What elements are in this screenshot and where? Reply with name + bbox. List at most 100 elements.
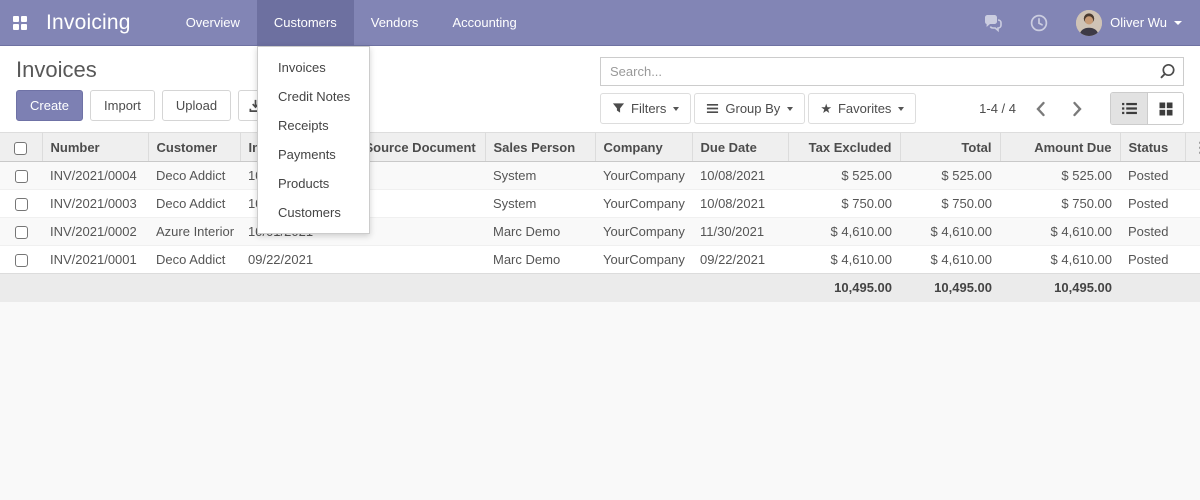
menu-item-invoices[interactable]: Invoices bbox=[258, 53, 369, 82]
kanban-view-button[interactable] bbox=[1147, 93, 1183, 124]
cell-amount_due: $ 4,610.00 bbox=[1000, 217, 1120, 246]
cell-amount_due: $ 750.00 bbox=[1000, 189, 1120, 218]
user-menu[interactable]: Oliver Wu bbox=[1110, 15, 1167, 30]
create-button[interactable]: Create bbox=[16, 90, 84, 121]
menu-item-payments[interactable]: Payments bbox=[258, 140, 369, 169]
cell-company: YourCompany bbox=[595, 245, 692, 274]
messages-icon[interactable] bbox=[982, 12, 1004, 34]
cell-company: YourCompany bbox=[595, 189, 692, 218]
nav-item-overview[interactable]: Overview bbox=[169, 0, 257, 46]
table-row[interactable]: INV/2021/0004Deco Addict 10/08/2021 System… bbox=[0, 161, 1200, 190]
cell-tax_excluded: $ 4,610.00 bbox=[788, 217, 900, 246]
cell-total: $ 4,610.00 bbox=[900, 217, 1000, 246]
menu-item-credit-notes[interactable]: Credit Notes bbox=[258, 82, 369, 111]
pager-previous-icon[interactable] bbox=[1030, 98, 1052, 120]
customers-dropdown-menu: Invoices Credit Notes Receipts Payments … bbox=[257, 46, 370, 234]
table-row[interactable]: INV/2021/0002Azure Interior10/01/2021Mar… bbox=[0, 217, 1200, 246]
row-checkbox[interactable] bbox=[14, 226, 28, 240]
table-body: INV/2021/0004Deco Addict 10/08/2021 System… bbox=[0, 161, 1200, 274]
group-by-icon bbox=[707, 103, 719, 114]
nav-menu: Overview Customers Vendors Accounting bbox=[169, 0, 534, 46]
control-panel: Invoices Create Import Upload Filt bbox=[0, 46, 1200, 132]
table-row[interactable]: INV/2021/0001 Deco Addict 09/22/2021 Marc D… bbox=[0, 245, 1200, 274]
navbar-right: Oliver Wu bbox=[958, 9, 1200, 36]
footer-total-total: 10,495.00 bbox=[900, 273, 1000, 302]
row-checkbox[interactable] bbox=[14, 198, 28, 212]
list-view-icon bbox=[1121, 102, 1137, 115]
import-button[interactable]: Import bbox=[90, 90, 155, 121]
column-header-amount_due[interactable]: Amount Due bbox=[999, 132, 1120, 162]
table-row[interactable]: INV/2021/0003Deco Addict 10/08/2021 System… bbox=[0, 189, 1200, 218]
column-header-customer[interactable]: Customer bbox=[147, 132, 240, 162]
row-checkbox[interactable] bbox=[14, 170, 28, 184]
column-header-sales_person[interactable]: Sales Person bbox=[484, 132, 595, 162]
activities-clock-icon[interactable] bbox=[1028, 12, 1050, 34]
column-header-due_date[interactable]: Due Date bbox=[691, 132, 788, 162]
filter-icon bbox=[612, 103, 625, 113]
list-view-empty-area bbox=[0, 301, 1200, 500]
column-header-status[interactable]: Status bbox=[1119, 132, 1185, 162]
pager-range: 1-4 / 4 bbox=[979, 101, 1016, 116]
menu-item-products[interactable]: Products bbox=[258, 169, 369, 198]
filters-button[interactable]: Filters bbox=[600, 93, 692, 124]
page-title: Invoices bbox=[16, 57, 97, 82]
cell-company: YourCompany bbox=[595, 217, 692, 246]
footer-total-amount_due: 10,495.00 bbox=[1000, 273, 1120, 302]
favorites-label: Favorites bbox=[837, 101, 892, 116]
favorites-button[interactable]: ★ Favorites bbox=[808, 93, 917, 124]
action-buttons: Create Import Upload bbox=[16, 90, 280, 121]
menu-item-receipts[interactable]: Receipts bbox=[258, 111, 369, 140]
cell-amount_due: $ 525.00 bbox=[1000, 161, 1120, 190]
footer-total-tax_excluded: 10,495.00 bbox=[788, 273, 900, 302]
cell-sales_person: Marc Demo bbox=[485, 245, 595, 274]
cell-total: $ 750.00 bbox=[900, 189, 1000, 218]
pager-next-icon[interactable] bbox=[1066, 98, 1088, 120]
cell-customer: Azure Interior bbox=[148, 217, 240, 246]
row-checkbox[interactable] bbox=[14, 254, 28, 268]
cell-status: Posted bbox=[1120, 189, 1185, 218]
cell-company: YourCompany bbox=[595, 161, 692, 190]
user-avatar[interactable] bbox=[1076, 9, 1103, 36]
nav-item-vendors[interactable]: Vendors bbox=[354, 0, 436, 46]
column-header-number[interactable]: Number bbox=[41, 132, 148, 162]
app-brand[interactable]: Invoicing bbox=[46, 11, 131, 35]
nav-item-customers[interactable]: Customers bbox=[256, 0, 354, 46]
menu-item-customers[interactable]: Customers bbox=[258, 198, 369, 227]
cell-status: Posted bbox=[1120, 245, 1185, 274]
column-header-source_document[interactable]: Source Document bbox=[355, 132, 485, 162]
pager: 1-4 / 4 bbox=[979, 92, 1184, 125]
column-header-company[interactable]: Company bbox=[594, 132, 692, 162]
invoice-table: NumberCustomerInvoice DateSource Documen… bbox=[0, 132, 1200, 302]
upload-button[interactable]: Upload bbox=[161, 90, 232, 121]
chevron-down-icon bbox=[1174, 20, 1182, 25]
search-icon[interactable] bbox=[1159, 62, 1177, 80]
cell-number: INV/2021/0004 bbox=[42, 161, 148, 190]
cell-amount_due: $ 4,610.00 bbox=[1000, 245, 1120, 274]
apps-grid-icon[interactable] bbox=[13, 15, 27, 30]
cell-number: INV/2021/0002 bbox=[42, 217, 148, 246]
nav-item-accounting[interactable]: Accounting bbox=[435, 0, 533, 46]
search-input[interactable] bbox=[600, 57, 1184, 86]
cell-due_date: 11/30/2021 bbox=[692, 217, 788, 246]
cell-source_document bbox=[356, 161, 485, 190]
top-navbar: Invoicing Overview Customers Vendors Acc… bbox=[0, 0, 1200, 46]
cell-status: Posted bbox=[1120, 217, 1185, 246]
star-icon: ★ bbox=[820, 100, 832, 116]
cell-sales_person: System bbox=[485, 161, 595, 190]
list-view-button[interactable] bbox=[1111, 93, 1147, 124]
control-panel-left: Invoices Create Import Upload bbox=[16, 57, 280, 132]
column-header-total[interactable]: Total bbox=[899, 132, 1000, 162]
column-header-tax_excluded[interactable]: Tax Excluded bbox=[787, 132, 900, 162]
group-by-button[interactable]: Group By bbox=[694, 93, 806, 124]
cell-source_document bbox=[356, 189, 485, 218]
cell-total: $ 4,610.00 bbox=[900, 245, 1000, 274]
cell-status: Posted bbox=[1120, 161, 1185, 190]
select-all-checkbox[interactable] bbox=[14, 141, 28, 155]
cell-due_date: 10/08/2021 bbox=[692, 161, 788, 190]
cell-source_document bbox=[356, 217, 485, 246]
view-switcher bbox=[1110, 92, 1184, 125]
column-options-icon[interactable]: ⋮ bbox=[1194, 139, 1200, 155]
chevron-down-icon bbox=[898, 106, 905, 111]
cell-number: INV/2021/0001 bbox=[42, 245, 148, 274]
cell-customer: Deco Addict bbox=[148, 189, 240, 218]
